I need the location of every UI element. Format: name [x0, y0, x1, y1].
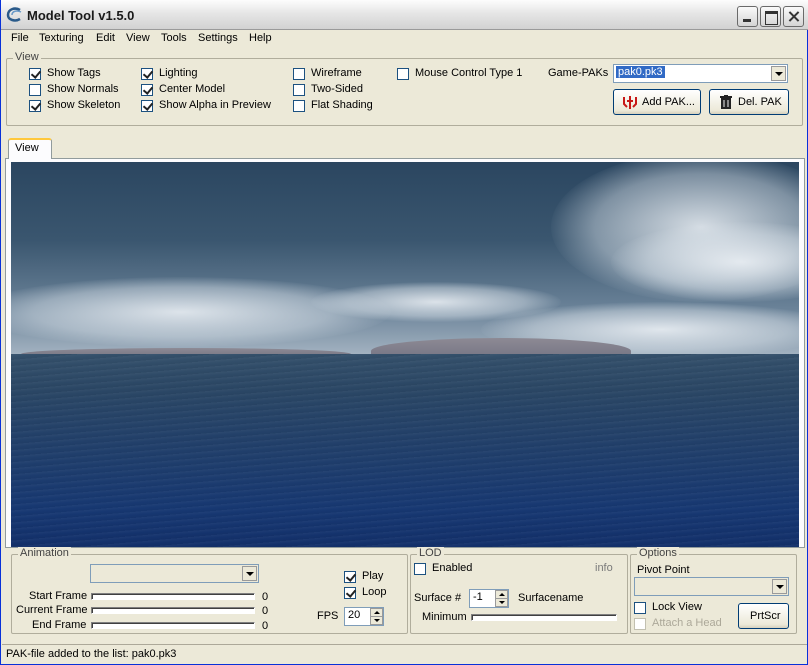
spin-down-icon[interactable] — [370, 616, 383, 625]
animation-dropdown[interactable] — [90, 564, 259, 583]
current-frame-slider[interactable] — [91, 607, 255, 614]
menu-help[interactable]: Help — [249, 32, 272, 44]
menu-settings[interactable]: Settings — [198, 32, 238, 44]
add-pak-button[interactable]: Add PAK... — [613, 89, 701, 115]
surfacename-label: Surfacename — [518, 592, 584, 604]
fps-value: 20 — [348, 609, 361, 621]
sea-texture — [11, 354, 799, 547]
menu-bar: File Texturing Edit View Tools Settings … — [2, 30, 807, 49]
checkbox-label: Wireframe — [311, 67, 362, 79]
app-icon — [6, 7, 22, 22]
checkbox-box[interactable] — [141, 100, 153, 112]
maximize-button[interactable] — [760, 6, 781, 27]
checkbox-box[interactable] — [293, 100, 305, 112]
end-frame-value: 0 — [262, 620, 269, 632]
menu-file[interactable]: File — [11, 32, 29, 44]
tab-view-label: View — [15, 142, 39, 154]
checkbox-label: Play — [362, 570, 384, 582]
menu-texturing[interactable]: Texturing — [39, 32, 84, 44]
chevron-down-icon[interactable] — [242, 566, 257, 581]
checkbox-label: Show Alpha in Preview — [159, 99, 271, 111]
lod-group-label: LOD — [417, 547, 444, 559]
add-pak-label: Add PAK... — [642, 96, 695, 108]
checkbox-box[interactable] — [397, 68, 409, 80]
lod-info-label: info — [595, 562, 613, 574]
status-text: PAK-file added to the list: pak0.pk3 — [6, 648, 177, 660]
end-frame-slider[interactable] — [91, 622, 255, 629]
surface-value: -1 — [473, 591, 483, 603]
checkbox-label: Flat Shading — [311, 99, 373, 111]
minimize-button[interactable] — [737, 6, 758, 27]
checkbox-label: Lock View — [652, 601, 702, 613]
checkbox-label: Show Normals — [47, 83, 119, 95]
title-bar[interactable]: Model Tool v1.5.0 — [1, 0, 808, 30]
surface-label: Surface # — [414, 592, 462, 604]
current-frame-label: Current Frame — [16, 604, 88, 616]
checkbox-box[interactable] — [29, 84, 41, 96]
start-frame-label: Start Frame — [29, 590, 88, 602]
minimum-label: Minimum — [422, 611, 467, 623]
pivot-point-dropdown[interactable] — [634, 577, 789, 596]
checkbox-box[interactable] — [141, 68, 153, 80]
trash-icon — [720, 95, 732, 109]
checkbox-box[interactable] — [414, 563, 426, 575]
checkbox-box[interactable] — [141, 84, 153, 96]
checkbox-box — [634, 618, 646, 630]
menu-edit[interactable]: Edit — [96, 32, 115, 44]
del-pak-button[interactable]: Del. PAK — [709, 89, 789, 115]
status-bar: PAK-file added to the list: pak0.pk3 — [2, 644, 807, 664]
game-paks-dropdown[interactable]: pak0.pk3 — [613, 64, 788, 83]
surface-spinner[interactable]: -1 — [469, 589, 509, 608]
fps-label: FPS — [317, 610, 339, 622]
chevron-down-icon[interactable] — [772, 579, 787, 594]
checkbox-label: Attach a Head — [652, 617, 722, 629]
prtscr-button[interactable]: PrtScr — [738, 603, 789, 629]
prtscr-label: PrtScr — [750, 610, 781, 622]
view-group-label: View — [13, 51, 41, 63]
app-window: Model Tool v1.5.0 File Texturing Edit Vi… — [0, 0, 808, 665]
checkbox-label: Center Model — [159, 83, 226, 95]
game-paks-value: pak0.pk3 — [616, 66, 665, 78]
tab-view[interactable]: View — [8, 138, 52, 159]
checkbox-box[interactable] — [29, 68, 41, 80]
checkbox-box[interactable] — [29, 100, 41, 112]
pivot-point-label: Pivot Point — [637, 564, 690, 576]
game-paks-label: Game-PAKs — [548, 67, 609, 79]
current-frame-value: 0 — [262, 605, 269, 617]
checkbox-box[interactable] — [293, 84, 305, 96]
spin-down-icon[interactable] — [495, 598, 508, 607]
start-frame-slider[interactable] — [91, 593, 255, 600]
menu-tools[interactable]: Tools — [161, 32, 187, 44]
3d-viewport[interactable] — [11, 162, 799, 547]
options-group-label: Options — [637, 547, 679, 559]
close-button[interactable] — [783, 6, 804, 27]
del-pak-label: Del. PAK — [738, 96, 782, 108]
fps-spinner[interactable]: 20 — [344, 607, 384, 626]
checkbox-label: Show Skeleton — [47, 99, 121, 111]
checkbox-box[interactable] — [344, 587, 356, 599]
animation-group-label: Animation — [18, 547, 71, 559]
checkbox-box[interactable] — [293, 68, 305, 80]
checkbox-label: Two-Sided — [311, 83, 363, 95]
start-frame-value: 0 — [262, 591, 269, 603]
checkbox-box[interactable] — [634, 602, 646, 614]
checkbox-label: Mouse Control Type 1 — [415, 67, 523, 79]
checkbox-label: Loop — [362, 586, 387, 598]
checkbox-label: Enabled — [432, 562, 473, 574]
menu-view[interactable]: View — [126, 32, 150, 44]
window-title: Model Tool v1.5.0 — [27, 8, 135, 23]
checkbox-label: Show Tags — [47, 67, 101, 79]
checkbox-box[interactable] — [344, 571, 356, 583]
minimum-slider[interactable] — [471, 614, 617, 621]
chevron-down-icon[interactable] — [771, 66, 786, 81]
add-pak-icon — [623, 96, 637, 109]
end-frame-label: End Frame — [32, 619, 87, 631]
checkbox-label: Lighting — [159, 67, 198, 79]
